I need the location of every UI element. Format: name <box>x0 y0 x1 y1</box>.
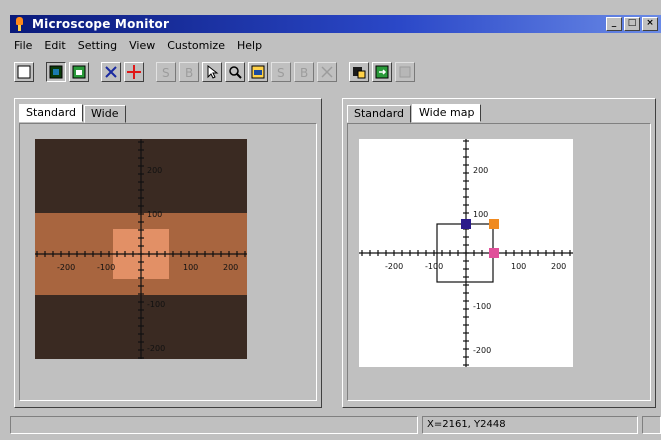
microscope-app-icon[interactable] <box>14 17 26 31</box>
menu-edit[interactable]: Edit <box>44 39 65 52</box>
svg-text:B: B <box>300 66 308 80</box>
left-x-neg2: -200 <box>57 263 75 272</box>
marker-orange[interactable] <box>489 219 499 229</box>
status-message <box>10 416 418 434</box>
right-x-pos2: 200 <box>551 262 566 271</box>
b-tool-button[interactable]: B <box>294 62 314 82</box>
status-coordinates: X=2161, Y2448 <box>422 416 638 434</box>
settings-icon[interactable] <box>349 62 369 82</box>
image-button[interactable] <box>248 62 268 82</box>
left-crosshair: -200 -100 100 200 200 100 -100 -200 <box>35 139 247 359</box>
menu-help[interactable]: Help <box>237 39 262 52</box>
maximize-button[interactable]: □ <box>624 17 640 31</box>
wide-map-plot: -200 -100 100 200 200 100 -100 -200 <box>359 139 573 367</box>
map-view-button[interactable] <box>69 62 89 82</box>
tab-wide-left[interactable]: Wide <box>84 105 126 123</box>
right-view-panel: Standard Wide map -200 -100 100 200 200 … <box>342 98 656 408</box>
left-x-pos2: 200 <box>223 263 238 272</box>
marker-navy[interactable] <box>461 219 471 229</box>
menu-bar: File Edit Setting View Customize Help <box>10 36 262 54</box>
export-icon[interactable] <box>372 62 392 82</box>
tab-standard-left[interactable]: Standard <box>19 104 84 122</box>
tab-wide-map-right[interactable]: Wide map <box>412 104 482 122</box>
menu-setting[interactable]: Setting <box>78 39 117 52</box>
left-view-panel: Standard Wide -200 -100 100 200 200 100 … <box>14 98 322 408</box>
minimize-button[interactable]: _ <box>606 17 622 31</box>
marker-pink[interactable] <box>489 248 499 258</box>
title-bar: Microscope Monitor _ □ × <box>10 15 661 33</box>
camera-view-button[interactable] <box>46 62 66 82</box>
svg-text:S: S <box>277 66 285 80</box>
s-tool-button[interactable]: S <box>271 62 291 82</box>
cross-move-button[interactable] <box>101 62 121 82</box>
left-y-pos1: 100 <box>147 210 162 219</box>
b-mode-button[interactable]: B <box>179 62 199 82</box>
menu-customize[interactable]: Customize <box>167 39 225 52</box>
left-x-neg1: -100 <box>97 263 115 272</box>
crosshair-button[interactable] <box>124 62 144 82</box>
right-x-pos1: 100 <box>511 262 526 271</box>
right-y-neg2: -200 <box>473 346 491 355</box>
left-x-pos1: 100 <box>183 263 198 272</box>
right-y-neg1: -100 <box>473 302 491 311</box>
s-mode-button[interactable]: S <box>156 62 176 82</box>
status-resize-grip[interactable] <box>642 416 661 434</box>
single-window-button[interactable] <box>14 62 34 82</box>
close-button[interactable]: × <box>642 17 658 31</box>
pointer-button[interactable] <box>202 62 222 82</box>
svg-text:S: S <box>162 66 170 80</box>
delete-icon[interactable] <box>317 62 337 82</box>
right-y-pos1: 100 <box>473 210 488 219</box>
tab-standard-right[interactable]: Standard <box>347 105 412 123</box>
right-x-neg2: -200 <box>385 262 403 271</box>
menu-file[interactable]: File <box>14 39 32 52</box>
left-y-neg2: -200 <box>147 344 165 353</box>
status-bar: X=2161, Y2448 <box>10 414 661 436</box>
left-y-neg1: -100 <box>147 300 165 309</box>
window-title: Microscope Monitor <box>32 17 170 31</box>
left-y-pos2: 200 <box>147 166 162 175</box>
zoom-icon[interactable] <box>225 62 245 82</box>
svg-text:B: B <box>185 66 193 80</box>
menu-view[interactable]: View <box>129 39 155 52</box>
right-x-neg1: -100 <box>425 262 443 271</box>
microscope-image[interactable]: -200 -100 100 200 200 100 -100 -200 <box>35 139 247 359</box>
print-icon[interactable] <box>395 62 415 82</box>
toolbar: S B S B <box>14 60 415 84</box>
right-y-pos2: 200 <box>473 166 488 175</box>
wide-map-view[interactable]: -200 -100 100 200 200 100 -100 -200 <box>359 139 573 367</box>
